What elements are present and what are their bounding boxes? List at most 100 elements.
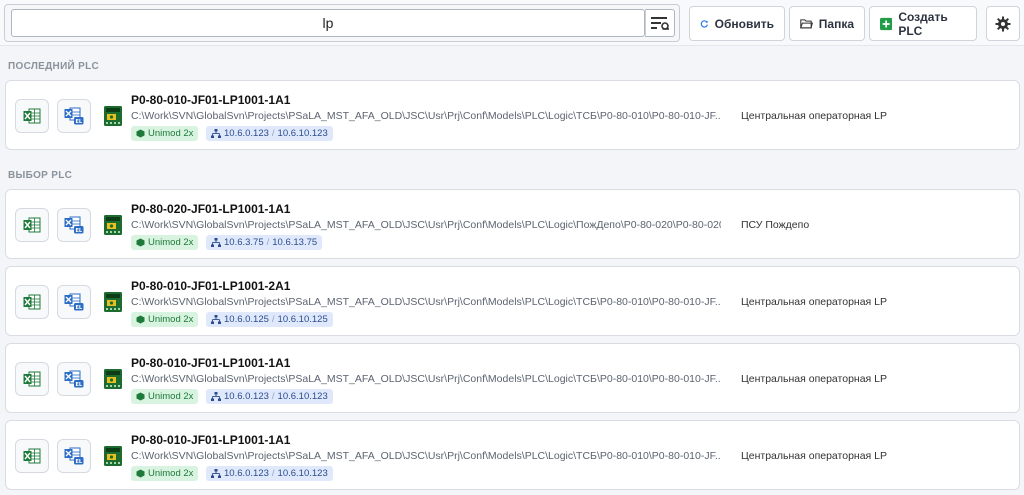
ip-badge: 10.6.0.125 / 10.6.10.125: [206, 312, 333, 327]
plc-board-icon: [104, 369, 122, 389]
excel-el-button[interactable]: EL: [57, 208, 91, 242]
ip-primary: 10.6.3.75: [224, 237, 264, 248]
refresh-icon: [700, 19, 708, 28]
excel-el-button[interactable]: EL: [57, 285, 91, 319]
network-icon: [211, 238, 221, 247]
plc-path: C:\Work\SVN\GlobalSvn\Projects\PSaLA_MST…: [131, 373, 721, 385]
plc-list-item[interactable]: EL P0-80-010-JF01-LP1001-2A1 C:\Work\SVN…: [5, 266, 1020, 336]
ip-badge: 10.6.0.123 / 10.6.10.123: [206, 389, 333, 404]
cube-icon: [136, 469, 145, 478]
section-title-last: ПОСЛЕДНИЙ PLC: [8, 61, 100, 72]
plc-description: ПСУ Пождепо: [741, 219, 810, 231]
folder-button[interactable]: Папка: [789, 6, 865, 41]
cube-icon: [136, 238, 145, 247]
ip-primary: 10.6.0.125: [224, 314, 269, 325]
plc-description: Центральная операторная LP: [741, 450, 888, 462]
ip-separator: /: [266, 237, 270, 248]
ip-separator: /: [271, 391, 275, 402]
svg-text:EL: EL: [75, 382, 82, 388]
model-badge: Unimod 2x: [131, 235, 199, 250]
excel-button[interactable]: [15, 439, 49, 473]
plc-name: P0-80-010-JF01-LP1001-1A1: [131, 433, 291, 447]
create-plc-button[interactable]: Создать PLC: [869, 6, 977, 41]
ip-badge: 10.6.3.75 / 10.6.13.75: [206, 235, 323, 250]
excel-icon: [23, 294, 41, 310]
model-badge: Unimod 2x: [131, 312, 199, 327]
search-input[interactable]: [11, 9, 645, 37]
create-plc-label: Создать PLC: [898, 9, 948, 38]
ip-secondary: 10.6.10.123: [277, 391, 328, 402]
ip-primary: 10.6.0.123: [224, 468, 269, 479]
ip-separator: /: [271, 128, 275, 139]
plc-board-icon: [104, 292, 122, 312]
ip-secondary: 10.6.13.75: [272, 237, 318, 248]
ip-primary: 10.6.0.123: [224, 391, 269, 402]
excel-el-button[interactable]: EL: [57, 99, 91, 133]
ip-badge: 10.6.0.123 / 10.6.10.123: [206, 126, 333, 141]
last-plc-card[interactable]: EL P0-80-010-JF01-LP1001-1A1 C:\Work\SVN…: [5, 80, 1020, 150]
plc-board-icon: [104, 446, 122, 466]
model-label: Unimod 2x: [148, 468, 194, 479]
excel-el-icon: EL: [64, 293, 84, 311]
plc-list-item[interactable]: EL P0-80-010-JF01-LP1001-1A1 C:\Work\SVN…: [5, 420, 1020, 490]
plc-description: Центральная операторная LP: [741, 110, 888, 122]
excel-el-icon: EL: [64, 216, 84, 234]
settings-button[interactable]: [986, 6, 1020, 41]
network-icon: [211, 129, 221, 138]
plc-name: P0-80-010-JF01-LP1001-1A1: [131, 93, 291, 107]
cube-icon: [136, 129, 145, 138]
ip-secondary: 10.6.10.123: [277, 468, 328, 479]
excel-el-icon: EL: [64, 370, 84, 388]
network-icon: [211, 469, 221, 478]
folder-icon: [800, 19, 813, 29]
cube-icon: [136, 315, 145, 324]
plc-description: Центральная операторная LP: [741, 373, 888, 385]
plc-path: C:\Work\SVN\GlobalSvn\Projects\PSaLA_MST…: [131, 219, 721, 231]
plus-icon: [880, 17, 893, 30]
excel-button[interactable]: [15, 99, 49, 133]
plc-name: P0-80-010-JF01-LP1001-1A1: [131, 356, 291, 370]
section-title-select: ВЫБОР PLC: [8, 170, 73, 181]
gear-icon: [995, 16, 1011, 31]
search-box: [4, 4, 680, 42]
excel-el-button[interactable]: EL: [57, 439, 91, 473]
plc-board-icon: [104, 106, 122, 126]
toolbar: Обновить Папка Создать PLC: [0, 0, 1024, 46]
model-badge: Unimod 2x: [131, 126, 199, 141]
svg-text:EL: EL: [75, 119, 82, 125]
plc-board-icon: [104, 215, 122, 235]
network-icon: [211, 392, 221, 401]
model-label: Unimod 2x: [148, 391, 194, 402]
excel-el-icon: EL: [64, 107, 84, 125]
excel-el-icon: EL: [64, 447, 84, 465]
refresh-label: Обновить: [714, 16, 774, 31]
model-badge: Unimod 2x: [131, 389, 199, 404]
svg-text:EL: EL: [75, 305, 82, 311]
plc-list-item[interactable]: EL P0-80-020-JF01-LP1001-1A1 C:\Work\SVN…: [5, 189, 1020, 259]
excel-button[interactable]: [15, 285, 49, 319]
model-label: Unimod 2x: [148, 237, 194, 248]
plc-name: P0-80-010-JF01-LP1001-2A1: [131, 279, 291, 293]
plc-path: C:\Work\SVN\GlobalSvn\Projects\PSaLA_MST…: [131, 296, 721, 308]
ip-secondary: 10.6.10.125: [277, 314, 328, 325]
excel-icon: [23, 217, 41, 233]
plc-path: C:\Work\SVN\GlobalSvn\Projects\PSaLA_MST…: [131, 110, 721, 122]
filter-list-icon: [651, 17, 669, 30]
plc-description: Центральная операторная LP: [741, 296, 888, 308]
plc-list-item[interactable]: EL P0-80-010-JF01-LP1001-1A1 C:\Work\SVN…: [5, 343, 1020, 413]
excel-button[interactable]: [15, 362, 49, 396]
ip-secondary: 10.6.10.123: [277, 128, 328, 139]
excel-el-button[interactable]: EL: [57, 362, 91, 396]
filter-button[interactable]: [645, 9, 675, 37]
network-icon: [211, 315, 221, 324]
excel-icon: [23, 371, 41, 387]
ip-separator: /: [271, 468, 275, 479]
refresh-button[interactable]: Обновить: [689, 6, 785, 41]
folder-label: Папка: [818, 16, 854, 31]
excel-button[interactable]: [15, 208, 49, 242]
svg-text:EL: EL: [75, 228, 82, 234]
plc-path: C:\Work\SVN\GlobalSvn\Projects\PSaLA_MST…: [131, 450, 721, 462]
cube-icon: [136, 392, 145, 401]
svg-text:EL: EL: [75, 459, 82, 465]
model-label: Unimod 2x: [148, 128, 194, 139]
